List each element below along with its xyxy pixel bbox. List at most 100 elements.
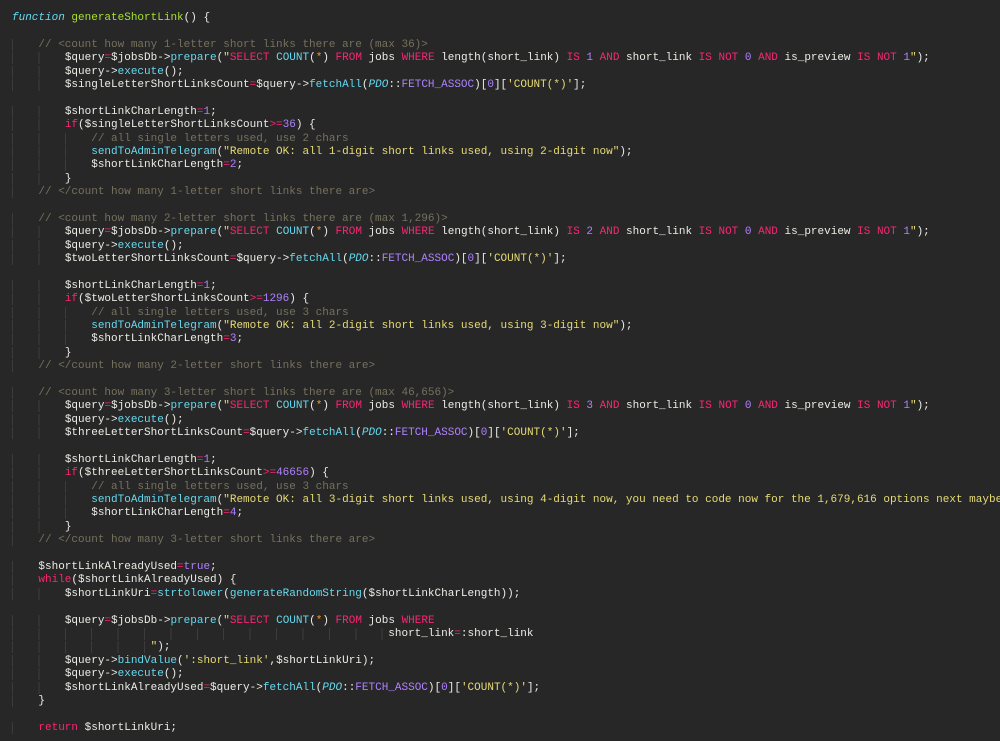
indent-whitespace <box>12 159 92 172</box>
code-text: ; <box>236 333 244 346</box>
code-text: )[ <box>474 78 488 91</box>
code-text: $query-> <box>64 65 118 78</box>
code-text: ( <box>177 654 184 667</box>
code-line[interactable]: $query->execute(); <box>12 65 1000 79</box>
code-line[interactable]: $query=$jobsDb->prepare("SELECT COUNT(*)… <box>12 226 1000 239</box>
code-line[interactable]: "); <box>12 641 1000 654</box>
code-line[interactable]: // <count how many 3-letter short links … <box>12 386 1000 400</box>
code-line[interactable]: sendToAdminTelegram("Remote OK: all 2-di… <box>12 319 1000 333</box>
indent-whitespace <box>12 306 92 319</box>
code-text: ) { <box>295 119 316 132</box>
code-line[interactable]: $shortLinkCharLength=4; <box>12 507 1000 520</box>
code-text: $query-> <box>64 654 118 667</box>
string-token: 'COUNT(*)' <box>507 78 574 91</box>
code-text: $query <box>64 400 105 413</box>
indent-whitespace <box>12 119 65 132</box>
code-line[interactable]: if($singleLetterShortLinksCount>=36) { <box>12 119 1000 132</box>
keyword-token: IS <box>566 52 580 65</box>
code-line[interactable]: // </count how many 3-letter short links… <box>12 534 1000 547</box>
code-line[interactable]: $shortLinkUri=strtolower(generateRandomS… <box>12 587 1000 601</box>
code-line[interactable]: $query=$jobsDb->prepare("SELECT COUNT(*)… <box>12 400 1000 413</box>
code-line[interactable]: $query->execute(); <box>12 413 1000 427</box>
indent-whitespace <box>12 386 39 399</box>
string-token: " <box>223 400 230 413</box>
code-text: ); <box>916 52 930 65</box>
blank-line[interactable] <box>12 374 1000 387</box>
indent-whitespace <box>12 293 65 306</box>
code-text: $jobsDb-> <box>111 226 171 239</box>
code-line[interactable]: $shortLinkCharLength=3; <box>12 333 1000 346</box>
code-line[interactable]: // all single letters used, use 3 chars <box>12 306 1000 320</box>
code-text: $singleLetterShortLinksCount <box>64 78 250 91</box>
code-line[interactable]: $singleLetterShortLinksCount=$query->fet… <box>12 78 1000 92</box>
code-line[interactable]: function generateShortLink() { <box>12 12 1000 25</box>
code-text: :: <box>388 78 402 91</box>
code-text: ; <box>210 279 217 292</box>
comment-token: // </count how many 3-letter short links… <box>38 534 376 547</box>
code-line[interactable]: $shortLinkAlreadyUsed=true; <box>12 561 1000 574</box>
blank-line[interactable] <box>12 548 1000 561</box>
code-text: ) <box>322 52 336 65</box>
code-text: $query-> <box>249 427 303 440</box>
code-line[interactable]: $twoLetterShortLinksCount=$query->fetchA… <box>12 253 1000 266</box>
constant-token: FETCH_ASSOC <box>355 681 428 694</box>
code-line[interactable]: if($twoLetterShortLinksCount>=1296) { <box>12 293 1000 306</box>
code-line[interactable]: sendToAdminTelegram("Remote OK: all 3-di… <box>12 494 1000 507</box>
indent-whitespace <box>12 494 92 507</box>
code-line[interactable]: // <count how many 2-letter short links … <box>12 212 1000 226</box>
code-text: ); <box>619 145 633 158</box>
blank-line[interactable] <box>12 25 1000 38</box>
code-text: $query <box>64 52 105 65</box>
string-token: 'COUNT(*)' <box>460 681 527 694</box>
code-line[interactable]: // all single letters used, use 3 chars <box>12 480 1000 494</box>
code-text: } <box>64 172 72 185</box>
code-line[interactable]: $query=$jobsDb->prepare("SELECT COUNT(*)… <box>12 52 1000 65</box>
comment-token: // </count how many 2-letter short links… <box>38 360 376 373</box>
italic-keyword-token: PDO <box>322 681 343 694</box>
keyword-token: SELECT <box>229 52 270 65</box>
code-line[interactable]: $query->bindValue(':short_link',$shortLi… <box>12 654 1000 668</box>
code-line[interactable]: $shortLinkCharLength=1; <box>12 279 1000 293</box>
blank-line[interactable] <box>12 92 1000 105</box>
code-line[interactable]: // </count how many 2-letter short links… <box>12 360 1000 373</box>
indent-whitespace <box>12 427 65 440</box>
code-line[interactable]: return $shortLinkUri; <box>12 721 1000 735</box>
code-text: )[ <box>427 681 442 694</box>
code-line[interactable]: $query=$jobsDb->prepare("SELECT COUNT(*)… <box>12 614 1000 628</box>
code-line[interactable]: $shortLinkCharLength=1; <box>12 453 1000 467</box>
code-line[interactable]: short_link=:short_link <box>12 627 1000 641</box>
blank-line[interactable] <box>12 601 1000 614</box>
code-line[interactable]: } <box>12 694 1000 708</box>
number-token: 0 <box>487 78 494 91</box>
indent-whitespace <box>12 346 65 359</box>
code-line[interactable]: $query->execute(); <box>12 239 1000 253</box>
code-line[interactable]: } <box>12 172 1000 186</box>
code-line[interactable]: $shortLinkAlreadyUsed=$query->fetchAll(P… <box>12 681 1000 695</box>
code-line[interactable]: sendToAdminTelegram("Remote OK: all 1-di… <box>12 145 1000 159</box>
code-line[interactable]: if($threeLetterShortLinksCount>=46656) { <box>12 467 1000 480</box>
code-line[interactable]: // all single letters used, use 2 chars <box>12 132 1000 146</box>
blank-line[interactable] <box>12 199 1000 212</box>
string-token: " <box>223 614 230 627</box>
code-line[interactable]: $shortLinkCharLength=1; <box>12 105 1000 119</box>
code-line[interactable]: } <box>12 520 1000 534</box>
code-text: ]; <box>566 427 580 440</box>
code-line[interactable]: $threeLetterShortLinksCount=$query->fetc… <box>12 427 1000 440</box>
indent-whitespace <box>12 453 65 466</box>
blank-line[interactable] <box>12 266 1000 279</box>
keyword-token: IS <box>566 400 580 413</box>
blank-line[interactable] <box>12 708 1000 721</box>
code-line[interactable]: } <box>12 346 1000 360</box>
code-area[interactable]: function generateShortLink() { // <count… <box>12 12 1000 735</box>
code-line[interactable]: $shortLinkCharLength=2; <box>12 159 1000 172</box>
function-token: fetchAll <box>289 253 343 266</box>
code-line[interactable]: $query->execute(); <box>12 668 1000 681</box>
code-text: ]; <box>573 78 587 91</box>
code-line[interactable]: while($shortLinkAlreadyUsed) { <box>12 574 1000 587</box>
code-editor[interactable]: function generateShortLink() { // <count… <box>0 0 1000 741</box>
blank-line[interactable] <box>12 441 1000 454</box>
code-line[interactable]: // <count how many 1-letter short links … <box>12 38 1000 52</box>
code-text: ); <box>916 226 930 239</box>
code-line[interactable]: // </count how many 1-letter short links… <box>12 186 1000 199</box>
string-token: " <box>223 226 230 239</box>
